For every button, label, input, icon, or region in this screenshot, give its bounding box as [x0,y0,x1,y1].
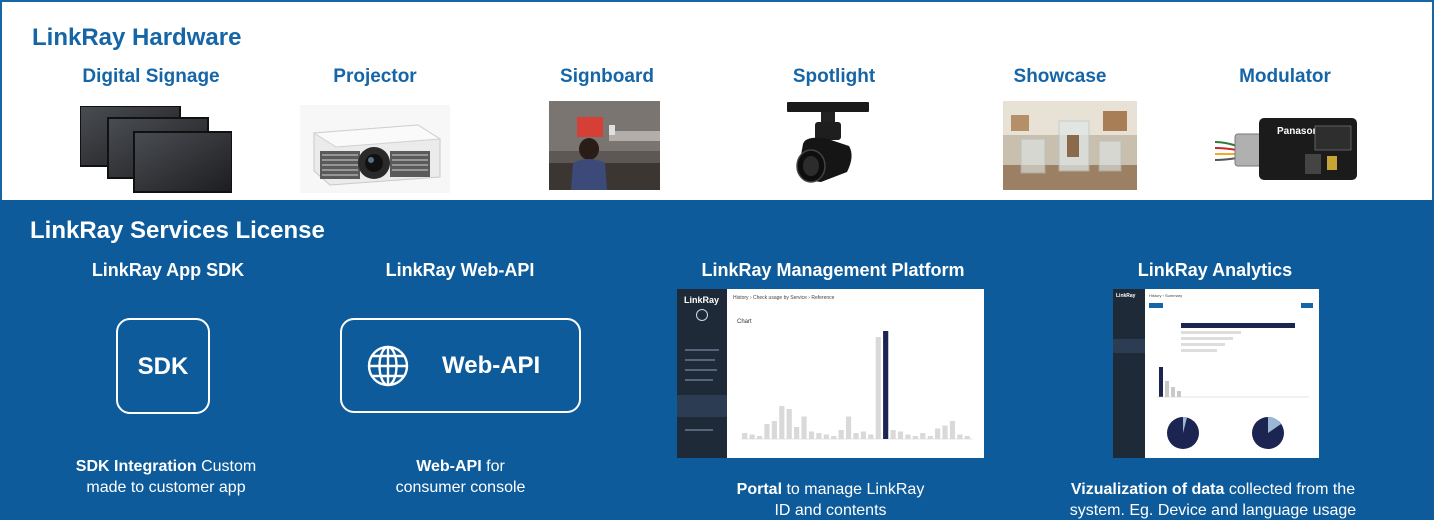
chart-bar [801,416,807,439]
portal-avatar [696,309,708,321]
chart-bar [742,433,748,439]
chart-bar [897,431,904,439]
hw-label-projector: Projector [333,66,417,87]
projector-icon [300,105,450,193]
digital-signage-icon [80,106,232,194]
sdk-icon-label: SDK [137,353,189,380]
chart-bar [890,430,896,439]
svc-label-web-api: LinkRay Web-API [385,260,535,280]
portal-sidebar: LinkRay [677,289,727,458]
svc-desc-management-platform: Portal to manage LinkRay ID and contents [736,481,925,519]
chart-bar [808,431,815,439]
analytics-device-pie [1167,416,1199,449]
web-api-icon-label: Web-API [442,352,541,379]
globe-icon [367,345,409,387]
chart-bar [838,430,844,439]
services-section: LinkRay Services License LinkRay App SDK… [0,200,1434,520]
analytics-bar-chart [1157,367,1309,398]
chart-bar [771,421,777,439]
chart-bar [942,425,948,439]
spotlight-icon [785,100,871,192]
analytics-brand: LinkRay [1116,293,1136,299]
chart-bar [816,433,822,439]
chart-bar [905,434,911,439]
svc-label-app-sdk: LinkRay App SDK [91,260,245,280]
chart-bar [912,436,918,439]
analytics-top-bar [1181,323,1295,328]
hw-label-digital-signage: Digital Signage [82,66,220,87]
chart-bar [957,434,963,439]
svc-label-management-platform: LinkRay Management Platform [701,260,965,280]
svc-label-analytics: LinkRay Analytics [1137,260,1293,280]
chart-bar [935,428,941,439]
hw-label-spotlight: Spotlight [792,66,876,87]
svc-desc-app-sdk: SDK Integration Custom made to customer a… [75,458,257,496]
chart-bar [964,436,970,439]
chart-bar [868,434,874,439]
hardware-section: LinkRay Hardware Digital Signage Project… [0,0,1434,200]
analytics-language-pie [1252,417,1284,449]
showcase-photo-icon [1003,101,1137,190]
chart-bar [883,331,889,439]
modulator-icon: Panasonic [1215,112,1361,184]
analytics-screenshot: LinkRay History › Summary [1113,289,1319,458]
chart-bar [786,409,792,439]
analytics-header: History › Summary [1149,293,1183,298]
svc-desc-analytics: Vizualization of data collected from the… [1069,481,1357,519]
chart-bar [860,431,867,439]
chart-bar [845,416,852,439]
chart-bar [823,434,829,439]
hardware-title: LinkRay Hardware [32,24,242,51]
chart-bar [764,424,770,439]
chart-bar [831,436,837,439]
chart-bar [853,433,859,439]
chart-bar [749,434,755,439]
portal-brand: LinkRay [684,295,720,305]
chart-bar [875,337,881,439]
sdk-icon: SDK [116,318,210,414]
chart-bar [756,436,763,439]
signboard-photo-icon [549,101,660,190]
hw-label-modulator: Modulator [1239,66,1331,87]
chart-bar [779,406,785,439]
portal-chart-title: Chart [737,319,752,325]
chart-bar [949,421,956,439]
portal-screenshot: LinkRay History › Check usage by Service… [677,289,984,458]
hw-label-showcase: Showcase [1013,66,1107,87]
portal-usage-chart [741,331,973,440]
analytics-sidebar: LinkRay [1113,289,1145,458]
chart-bar [927,436,933,439]
hw-label-signboard: Signboard [560,66,654,87]
web-api-icon-box: Web-API [340,318,581,413]
svc-desc-web-api: Web-API for consumer console [395,458,526,496]
chart-bar [794,427,800,439]
chart-bar [920,433,926,439]
portal-header: History › Check usage by Service › Refer… [733,295,835,301]
services-title: LinkRay Services License [30,217,325,244]
